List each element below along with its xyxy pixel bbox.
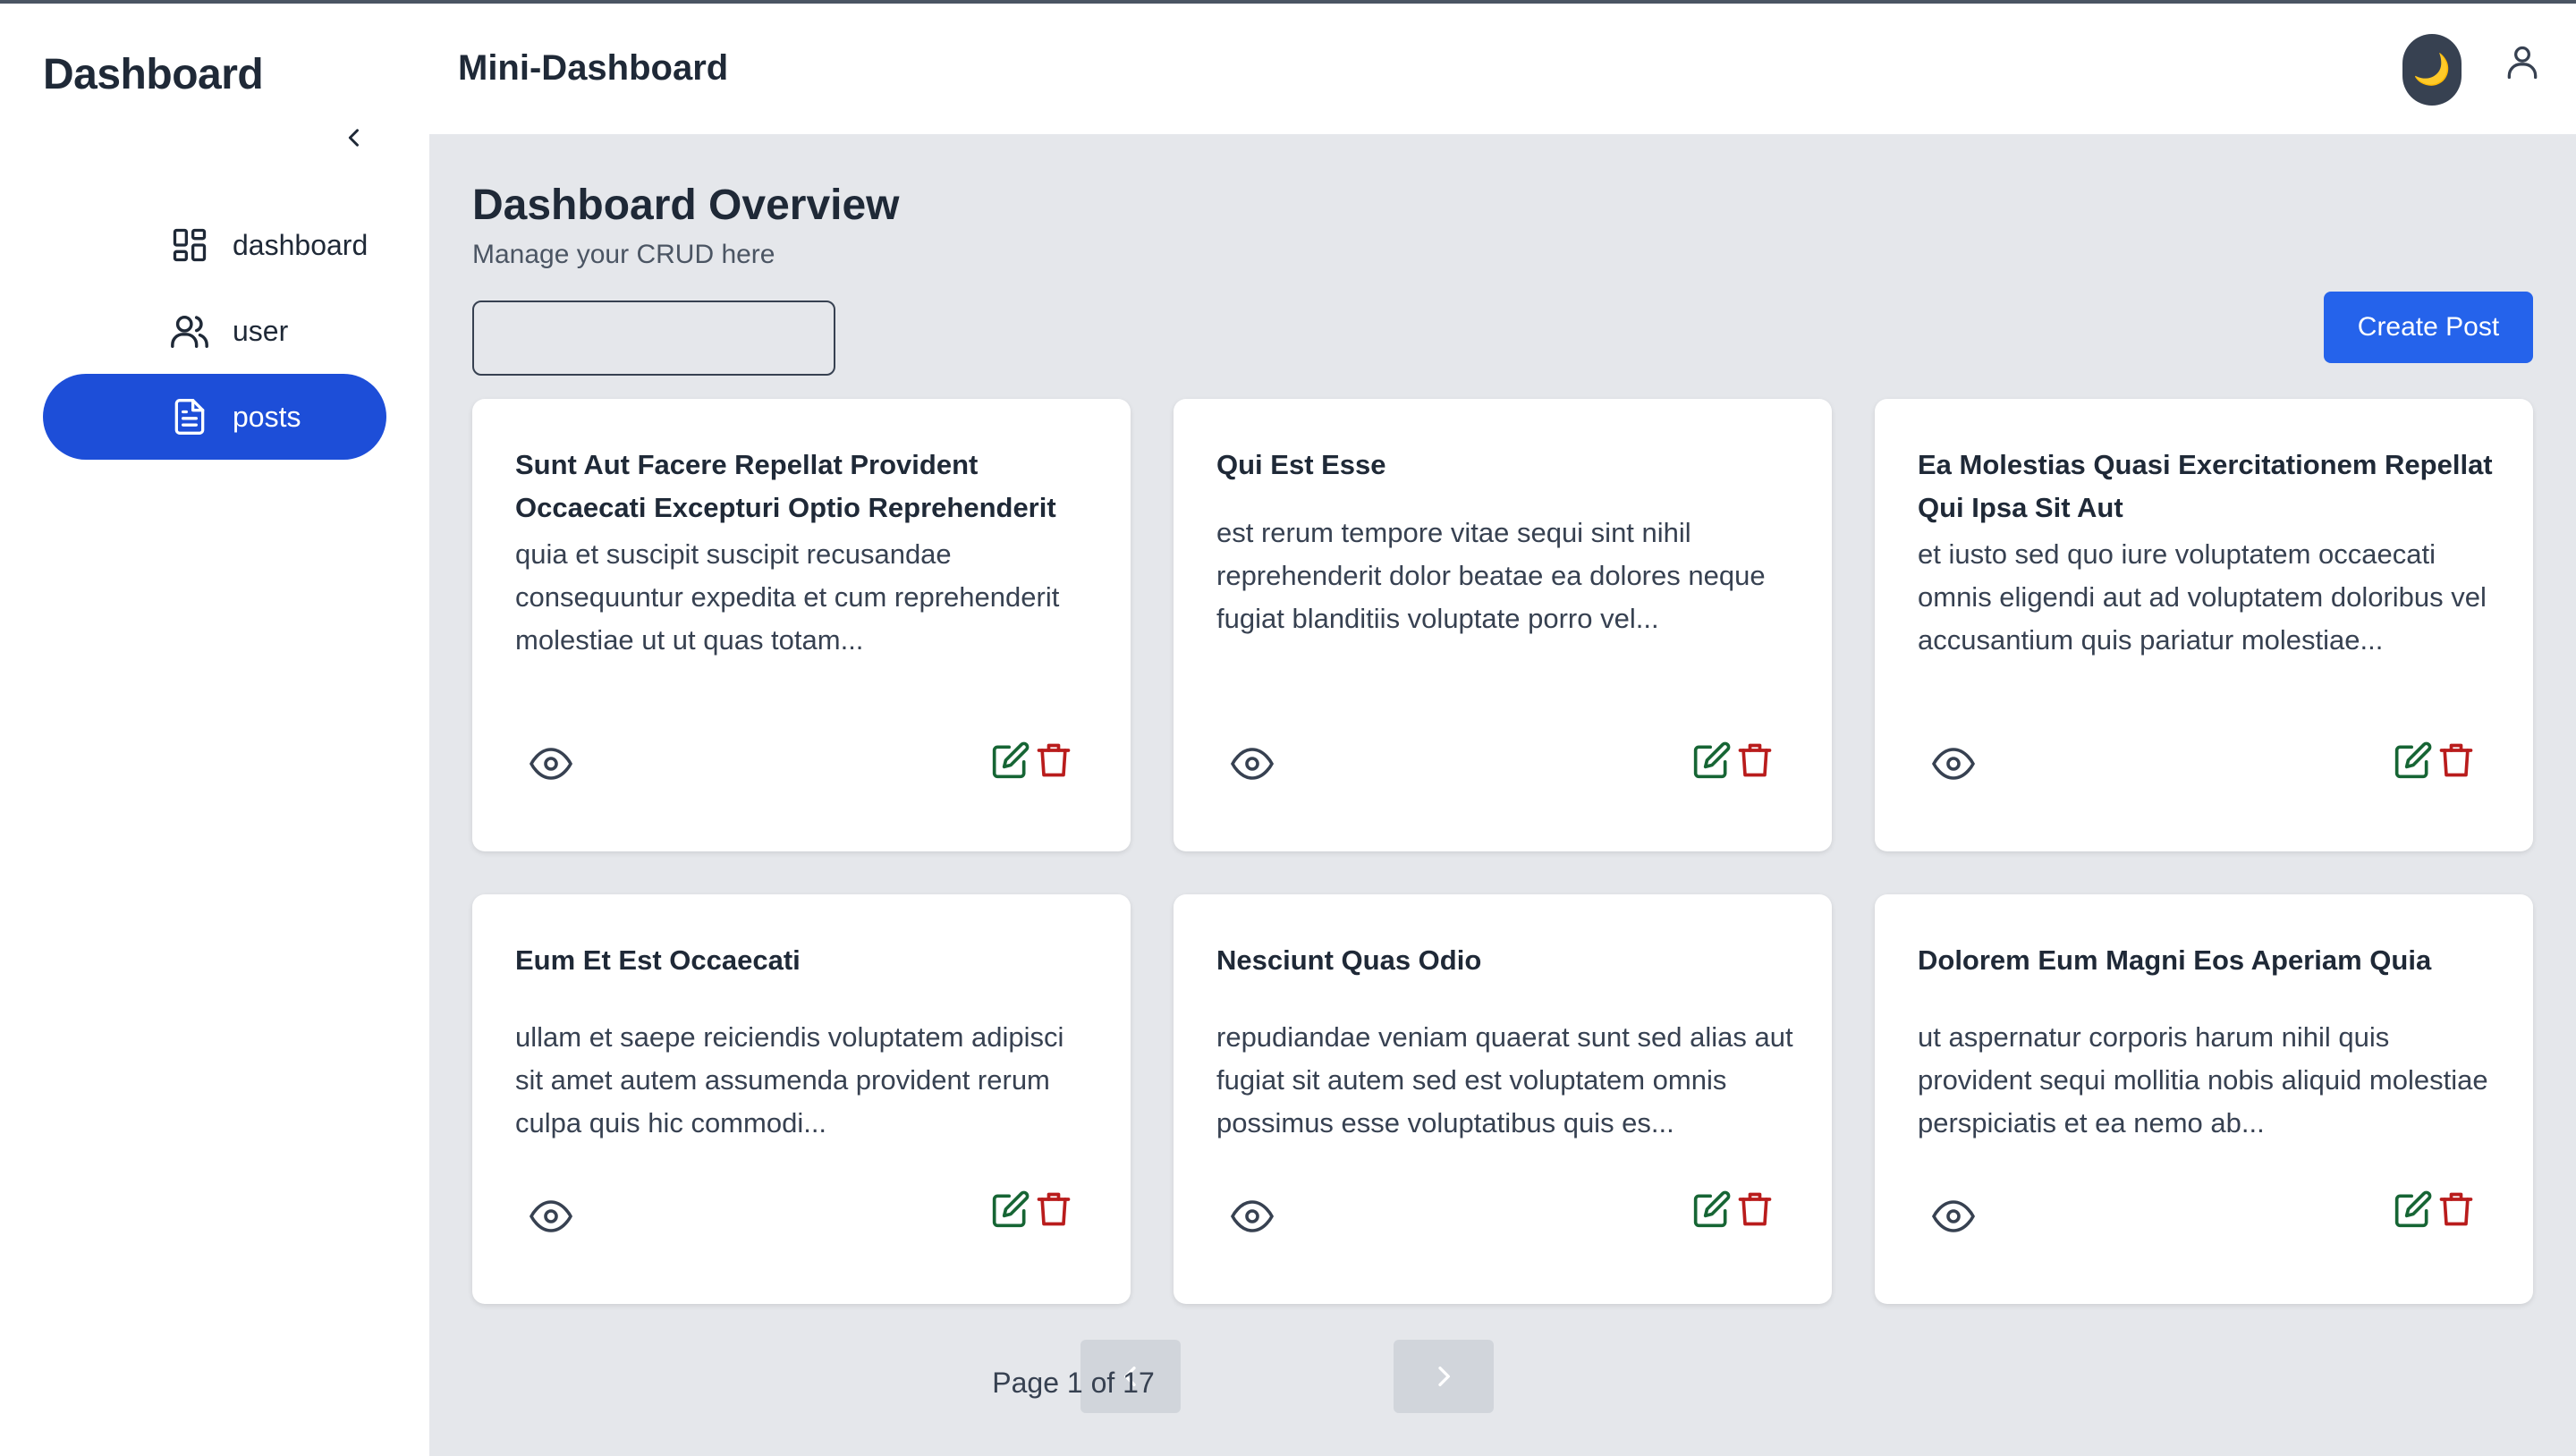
view-post-button[interactable] [1227, 742, 1277, 785]
post-body: repudiandae veniam quaerat sunt sed alia… [1216, 1021, 1793, 1139]
sidebar: Dashboard dashboard user posts [0, 4, 429, 1456]
delete-post-button[interactable] [1032, 1186, 1075, 1232]
post-body: ullam et saepe reiciendis voluptatem adi… [515, 1021, 1064, 1139]
trash-icon [1037, 743, 1071, 777]
chevron-left-icon [348, 129, 359, 147]
view-post-button[interactable] [526, 742, 576, 785]
post-title: Nesciunt Quas Odio [1216, 944, 1482, 976]
edit-icon [992, 741, 1030, 779]
delete-post-button[interactable] [1733, 1186, 1776, 1232]
post-card: Nesciunt Quas Odio repudiandae veniam qu… [1174, 894, 1832, 1304]
edit-icon [1693, 741, 1731, 779]
user-icon [2507, 46, 2538, 80]
post-body: quia et suscipit suscipit recusandae con… [515, 538, 1060, 656]
post-title: Ea Molestias Quasi Exercitationem Repell… [1918, 449, 2493, 523]
app-title: Mini-Dashboard [458, 48, 729, 88]
delete-post-button[interactable] [1032, 737, 1075, 783]
sidebar-item-user[interactable]: user [43, 288, 386, 374]
trash-icon [1738, 1192, 1772, 1226]
delete-post-button[interactable] [2435, 1186, 2478, 1232]
page-subtitle: Manage your CRUD here [472, 240, 775, 269]
sidebar-item-posts[interactable]: posts [43, 374, 386, 460]
edit-post-button[interactable] [989, 737, 1032, 783]
collapse-sidebar-button[interactable] [335, 118, 374, 157]
post-title: Sunt Aut Facere Repellat Provident Occae… [515, 449, 1056, 523]
top-header: Mini-Dashboard 🌙 [429, 4, 2576, 134]
page-title: Dashboard Overview [472, 182, 900, 229]
create-post-button[interactable]: Create Post [2324, 292, 2533, 363]
eye-icon [1231, 1200, 1274, 1232]
delete-post-button[interactable] [2435, 737, 2478, 783]
edit-icon [2394, 741, 2432, 779]
edit-post-button[interactable] [1690, 737, 1733, 783]
post-title: Qui Est Esse [1216, 449, 1386, 480]
post-body: et iusto sed quo iure voluptatem occaeca… [1918, 538, 2487, 656]
delete-post-button[interactable] [1733, 737, 1776, 783]
eye-icon [1231, 748, 1274, 780]
posts-grid: Sunt Aut Facere Repellat Provident Occae… [472, 399, 2533, 1304]
view-post-button[interactable] [1928, 742, 1979, 785]
edit-post-button[interactable] [2392, 737, 2435, 783]
search-input[interactable] [472, 301, 835, 376]
edit-post-button[interactable] [1690, 1186, 1733, 1232]
post-card: Dolorem Eum Magni Eos Aperiam Quia ut as… [1875, 894, 2533, 1304]
trash-icon [1738, 743, 1772, 777]
post-title: Dolorem Eum Magni Eos Aperiam Quia [1918, 944, 2432, 976]
main-content: Dashboard Overview Manage your CRUD here… [429, 134, 2576, 1456]
sidebar-item-label: posts [233, 400, 301, 433]
document-icon [168, 395, 211, 438]
theme-toggle-button[interactable]: 🌙 [2402, 34, 2462, 106]
edit-icon [992, 1190, 1030, 1228]
users-icon [168, 309, 211, 352]
eye-icon [1932, 748, 1975, 780]
edit-icon [2394, 1190, 2432, 1228]
post-card: Qui Est Esse est rerum tempore vitae seq… [1174, 399, 1832, 851]
eye-icon [530, 748, 572, 780]
trash-icon [1037, 1192, 1071, 1226]
moon-icon: 🌙 [2412, 53, 2452, 87]
eye-icon [530, 1200, 572, 1232]
sidebar-item-label: user [233, 314, 289, 347]
trash-icon [2439, 743, 2473, 777]
view-post-button[interactable] [1227, 1195, 1277, 1238]
grid-icon [168, 224, 211, 267]
view-post-button[interactable] [526, 1195, 576, 1238]
edit-post-button[interactable] [2392, 1186, 2435, 1232]
sidebar-title: Dashboard [43, 51, 264, 98]
view-post-button[interactable] [1928, 1195, 1979, 1238]
post-title: Eum Et Est Occaecati [515, 944, 801, 976]
post-card: Sunt Aut Facere Repellat Provident Occae… [472, 399, 1131, 851]
trash-icon [2439, 1192, 2473, 1226]
sidebar-item-label: dashboard [233, 228, 369, 261]
post-card: Eum Et Est Occaecati ullam et saepe reic… [472, 894, 1131, 1304]
page-indicator: Page 1 of 17 [992, 1367, 1155, 1399]
eye-icon [1932, 1200, 1975, 1232]
post-body: est rerum tempore vitae sequi sint nihil… [1216, 517, 1766, 634]
post-body: ut aspernatur corporis harum nihil quis … [1918, 1021, 2488, 1139]
sidebar-item-dashboard[interactable]: dashboard [43, 202, 386, 288]
sidebar-nav: dashboard user posts [43, 202, 386, 460]
post-card: Ea Molestias Quasi Exercitationem Repell… [1875, 399, 2533, 851]
profile-button[interactable] [2497, 38, 2547, 88]
edit-post-button[interactable] [989, 1186, 1032, 1232]
edit-icon [1693, 1190, 1731, 1228]
